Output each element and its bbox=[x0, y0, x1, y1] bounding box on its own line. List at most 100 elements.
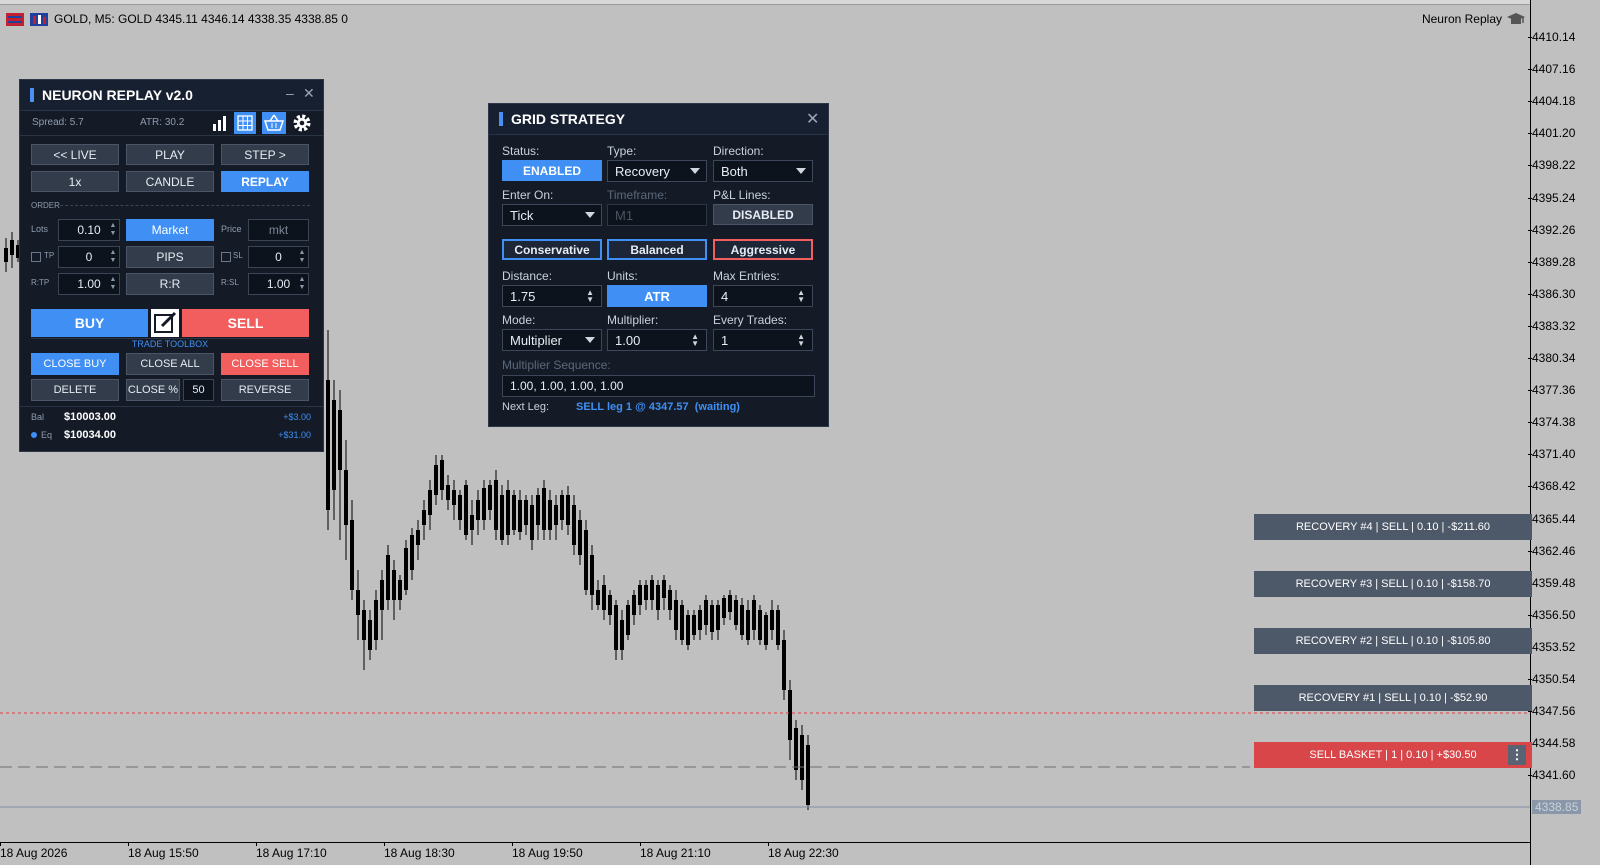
delete-button[interactable]: DELETE bbox=[31, 379, 119, 401]
rsl-value: 1.00 bbox=[266, 277, 291, 291]
bar-chart-icon[interactable] bbox=[212, 114, 230, 132]
close-icon[interactable]: ✕ bbox=[303, 85, 315, 102]
tp-input[interactable]: 0 ▲ ▼ bbox=[58, 246, 120, 268]
candle-body bbox=[470, 515, 474, 530]
sl-input[interactable]: 0 ▲ ▼ bbox=[248, 246, 309, 268]
spinner-icon[interactable]: ▲ ▼ bbox=[586, 289, 594, 304]
sl-checkbox[interactable] bbox=[221, 252, 231, 262]
candle-body bbox=[770, 610, 774, 630]
spinner-icon[interactable]: ▲ ▼ bbox=[691, 333, 699, 348]
next-leg-label: Next Leg: bbox=[502, 401, 550, 413]
status-label: Status: bbox=[502, 144, 540, 158]
candle-body bbox=[728, 595, 732, 612]
enter-on-select[interactable]: Tick bbox=[502, 204, 602, 226]
type-select[interactable]: Recovery bbox=[607, 160, 707, 182]
recovery-2-label[interactable]: RECOVERY #2 | SELL | 0.10 | -$105.80 bbox=[1254, 628, 1532, 654]
indicator-name: Neuron Replay bbox=[1421, 12, 1502, 26]
price-tick: 4362.46 bbox=[1527, 543, 1576, 558]
balanced-preset-button[interactable]: Balanced bbox=[607, 239, 707, 260]
basket-icon[interactable] bbox=[262, 112, 286, 134]
candle-body bbox=[710, 605, 714, 632]
gear-icon[interactable] bbox=[292, 113, 312, 133]
recovery-3-label[interactable]: RECOVERY #3 | SELL | 0.10 | -$158.70 bbox=[1254, 571, 1532, 597]
replay-button[interactable]: REPLAY bbox=[221, 171, 309, 192]
more-options-icon[interactable]: ⋮ bbox=[1508, 745, 1526, 765]
time-tick: 18 Aug 19:50 bbox=[512, 842, 583, 860]
recovery-4-label[interactable]: RECOVERY #4 | SELL | 0.10 | -$211.60 bbox=[1254, 514, 1532, 540]
conservative-preset-button[interactable]: Conservative bbox=[502, 239, 602, 260]
play-button[interactable]: PLAY bbox=[126, 144, 214, 165]
rsl-input[interactable]: 1.00 ▲ ▼ bbox=[248, 273, 309, 295]
live-button[interactable]: << LIVE bbox=[31, 144, 119, 165]
close-percent-input[interactable]: 50 bbox=[183, 379, 214, 401]
price-tick: 4377.36 bbox=[1527, 383, 1576, 398]
lots-input[interactable]: 0.10 ▲ ▼ bbox=[58, 219, 120, 241]
mode-select[interactable]: Multiplier bbox=[502, 329, 602, 351]
edit-icon[interactable] bbox=[151, 309, 179, 337]
units-toggle[interactable]: ATR bbox=[607, 285, 707, 307]
candle-body bbox=[614, 605, 618, 650]
grid-close-icon[interactable]: ✕ bbox=[806, 109, 819, 129]
candle-body bbox=[560, 495, 564, 520]
price-input[interactable]: mkt bbox=[248, 219, 309, 241]
chart-type-icon[interactable] bbox=[30, 12, 48, 26]
rtp-input[interactable]: 1.00 ▲ ▼ bbox=[58, 273, 120, 295]
max-entries-label: Max Entries: bbox=[713, 269, 780, 283]
close-buy-button[interactable]: CLOSE BUY bbox=[31, 353, 119, 375]
price-tick: 4353.52 bbox=[1527, 639, 1576, 654]
time-tick: 18 Aug 17:10 bbox=[256, 842, 327, 860]
current-price-label: 4338.85 bbox=[1532, 800, 1582, 814]
status-toggle[interactable]: ENABLED bbox=[502, 160, 602, 181]
lots-spinner-icon[interactable]: ▲ ▼ bbox=[109, 222, 117, 238]
price-tick: 4404.18 bbox=[1527, 94, 1576, 109]
candle-body bbox=[410, 535, 414, 570]
rtp-spinner-icon[interactable]: ▲ ▼ bbox=[109, 276, 117, 292]
candle-body bbox=[746, 610, 750, 640]
menu-icon[interactable] bbox=[6, 12, 24, 26]
sell-basket-text: SELL BASKET | 1 | 0.10 | +$30.50 bbox=[1309, 749, 1477, 761]
graduation-cap-icon bbox=[1507, 13, 1525, 24]
rsl-spinner-icon[interactable]: ▲ ▼ bbox=[298, 276, 306, 292]
price-tick: 4410.14 bbox=[1527, 30, 1576, 44]
spinner-icon[interactable]: ▲ ▼ bbox=[797, 333, 805, 348]
tp-label: TP bbox=[44, 251, 55, 260]
price-tick: 4344.58 bbox=[1527, 736, 1576, 751]
direction-select[interactable]: Both bbox=[713, 160, 813, 182]
recovery-1-label[interactable]: RECOVERY #1 | SELL | 0.10 | -$52.90 bbox=[1254, 685, 1532, 711]
market-button[interactable]: Market bbox=[126, 219, 214, 241]
candle-body bbox=[344, 470, 348, 525]
minimize-icon[interactable]: – bbox=[286, 85, 294, 101]
candle-button[interactable]: CANDLE bbox=[126, 171, 214, 192]
grid-icon[interactable] bbox=[234, 112, 256, 134]
step-button[interactable]: STEP > bbox=[221, 144, 309, 165]
chart-header: GOLD, M5: GOLD 4345.11 4346.14 4338.35 4… bbox=[6, 12, 348, 26]
buy-button[interactable]: BUY bbox=[31, 309, 148, 337]
rr-button[interactable]: R:R bbox=[126, 273, 214, 295]
distance-input[interactable]: 1.75 ▲ ▼ bbox=[502, 285, 602, 307]
candle-body bbox=[452, 490, 456, 505]
spinner-icon[interactable]: ▲ ▼ bbox=[797, 289, 805, 304]
pips-button[interactable]: PIPS bbox=[126, 246, 214, 268]
max-entries-input[interactable]: 4 ▲ ▼ bbox=[713, 285, 813, 307]
candle-body bbox=[422, 510, 426, 525]
neuron-panel-titlebar[interactable]: NEURON REPLAY v2.0 bbox=[20, 80, 323, 111]
sl-spinner-icon[interactable]: ▲ ▼ bbox=[298, 249, 306, 265]
speed-button[interactable]: 1x bbox=[31, 171, 119, 192]
pl-lines-toggle[interactable]: DISABLED bbox=[713, 204, 813, 225]
tp-checkbox[interactable] bbox=[31, 252, 41, 262]
tp-spinner-icon[interactable]: ▲ ▼ bbox=[109, 249, 117, 265]
mode-value: Multiplier bbox=[510, 332, 563, 348]
equity-label: Eq bbox=[41, 430, 53, 440]
multiplier-input[interactable]: 1.00 ▲ ▼ bbox=[607, 329, 707, 351]
candle-body bbox=[332, 400, 336, 490]
aggressive-preset-button[interactable]: Aggressive bbox=[713, 239, 813, 260]
sequence-input[interactable]: 1.00, 1.00, 1.00, 1.00 bbox=[502, 375, 815, 397]
sell-basket-label[interactable]: SELL BASKET | 1 | 0.10 | +$30.50 ⋮ bbox=[1254, 742, 1532, 768]
close-percent-button[interactable]: CLOSE % bbox=[126, 379, 180, 401]
close-sell-button[interactable]: CLOSE SELL bbox=[221, 353, 309, 375]
grid-panel-titlebar[interactable]: GRID STRATEGY bbox=[489, 104, 828, 135]
sell-button[interactable]: SELL bbox=[182, 309, 309, 337]
reverse-button[interactable]: REVERSE bbox=[221, 379, 309, 401]
close-all-button[interactable]: CLOSE ALL bbox=[126, 353, 214, 375]
every-trades-input[interactable]: 1 ▲ ▼ bbox=[713, 329, 813, 351]
